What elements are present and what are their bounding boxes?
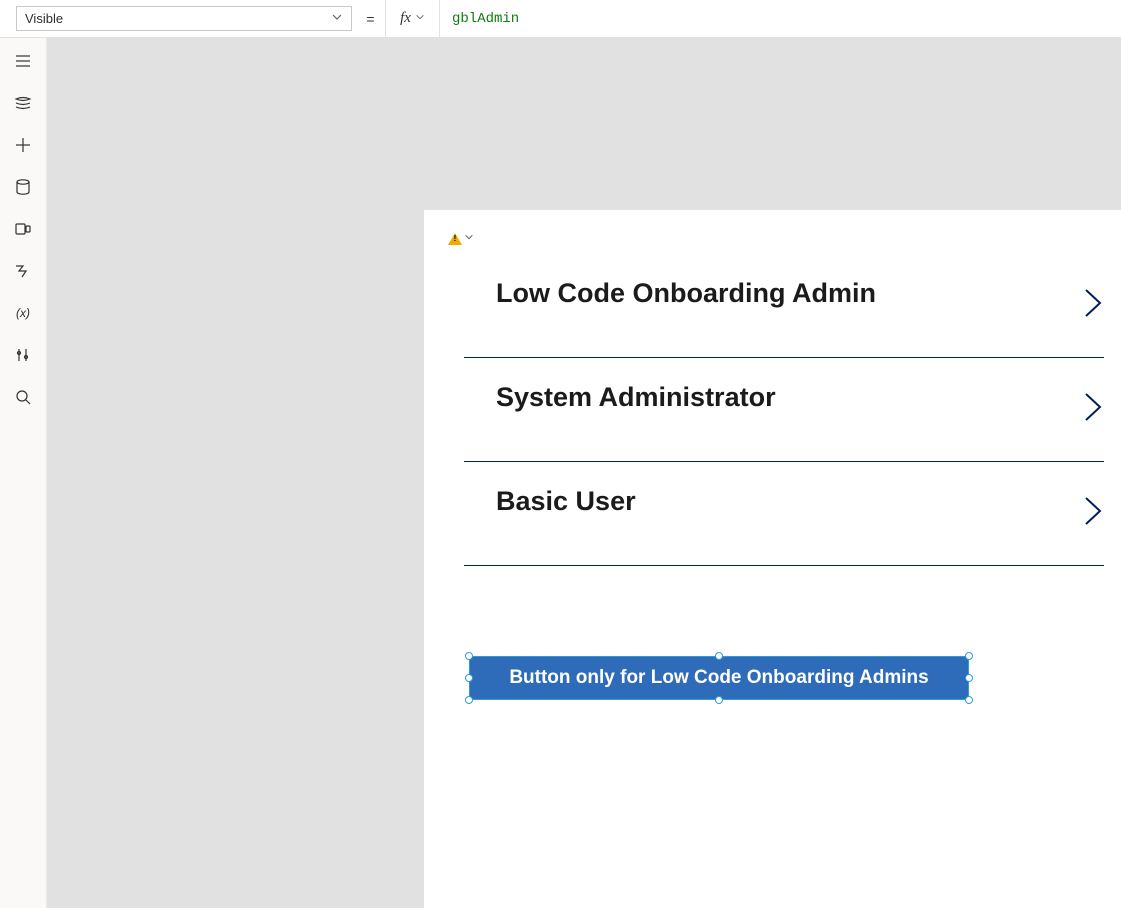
property-name: Visible — [25, 11, 63, 26]
chevron-down-icon — [464, 232, 474, 245]
resize-handle[interactable] — [465, 696, 473, 704]
media-icon[interactable] — [14, 220, 32, 238]
insert-icon[interactable] — [14, 136, 32, 154]
list-item[interactable]: Basic User — [464, 462, 1104, 566]
hamburger-icon[interactable] — [14, 52, 32, 70]
chevron-down-icon — [331, 11, 343, 26]
search-icon[interactable] — [14, 388, 32, 406]
variables-icon[interactable]: (x) — [14, 304, 32, 322]
item-title: System Administrator — [496, 382, 776, 413]
selected-control[interactable]: Button only for Low Code Onboarding Admi… — [470, 657, 968, 699]
roles-gallery[interactable]: Low Code Onboarding Admin System Adminis… — [464, 254, 1104, 566]
chevron-right-icon[interactable] — [1082, 390, 1104, 429]
list-item[interactable]: System Administrator — [464, 358, 1104, 462]
list-item[interactable]: Low Code Onboarding Admin — [464, 254, 1104, 358]
resize-handle[interactable] — [965, 696, 973, 704]
tree-view-icon[interactable] — [14, 94, 32, 112]
item-title: Basic User — [496, 486, 636, 517]
left-nav-rail: (x) — [0, 38, 47, 908]
tools-icon[interactable] — [14, 346, 32, 364]
chevron-down-icon — [415, 12, 425, 25]
item-title: Low Code Onboarding Admin — [496, 278, 876, 309]
formula-input[interactable]: gblAdmin — [440, 0, 1121, 37]
equals-label: = — [356, 0, 386, 37]
fx-button[interactable]: fx — [386, 0, 440, 37]
warning-icon — [448, 233, 462, 245]
resize-handle[interactable] — [465, 652, 473, 660]
chevron-right-icon[interactable] — [1082, 286, 1104, 325]
fx-label: fx — [400, 10, 411, 27]
resize-handle[interactable] — [715, 696, 723, 704]
power-automate-icon[interactable] — [14, 262, 32, 280]
resize-handle[interactable] — [965, 674, 973, 682]
formula-bar: Visible = fx gblAdmin — [0, 0, 1121, 38]
admin-only-button[interactable]: Button only for Low Code Onboarding Admi… — [470, 657, 968, 699]
resize-handle[interactable] — [715, 652, 723, 660]
resize-handle[interactable] — [965, 652, 973, 660]
property-dropdown[interactable]: Visible — [16, 6, 352, 31]
resize-handle[interactable] — [465, 674, 473, 682]
warning-indicator[interactable] — [448, 232, 474, 245]
svg-text:(x): (x) — [16, 306, 30, 320]
chevron-right-icon[interactable] — [1082, 494, 1104, 533]
data-icon[interactable] — [14, 178, 32, 196]
